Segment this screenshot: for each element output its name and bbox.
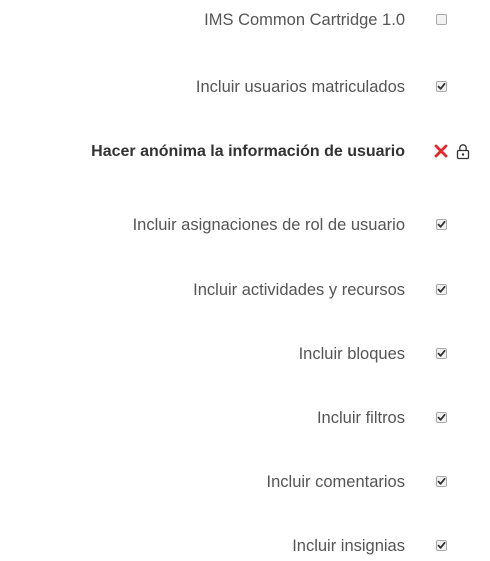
setting-row-include-activities: Incluir actividades y recursos bbox=[0, 275, 490, 305]
checkbox-include-blocks[interactable] bbox=[436, 348, 447, 359]
setting-label-anonymize-user-info: Hacer anónima la información de usuario bbox=[91, 143, 405, 160]
setting-row-include-filters: Incluir filtros bbox=[0, 403, 490, 433]
setting-row-include-comments: Incluir comentarios bbox=[0, 467, 490, 497]
setting-label-include-filters: Incluir filtros bbox=[316, 409, 405, 427]
setting-row-ims-common-cartridge: IMS Common Cartridge 1.0 bbox=[0, 5, 490, 35]
setting-row-include-blocks: Incluir bloques bbox=[0, 339, 490, 369]
setting-label-ims-common-cartridge: IMS Common Cartridge 1.0 bbox=[204, 11, 405, 29]
checkbox-include-comments[interactable] bbox=[436, 476, 447, 487]
cross-icon bbox=[433, 143, 449, 159]
lock-icon[interactable] bbox=[456, 143, 470, 160]
setting-label-include-comments: Incluir comentarios bbox=[266, 473, 405, 491]
checkbox-include-filters[interactable] bbox=[436, 412, 447, 423]
checkbox-include-role-assignments[interactable] bbox=[436, 219, 447, 230]
setting-label-include-blocks: Incluir bloques bbox=[298, 345, 405, 363]
setting-row-anonymize-user-info: Hacer anónima la información de usuario bbox=[0, 137, 490, 167]
checkbox-include-activities[interactable] bbox=[436, 284, 447, 295]
setting-label-include-enrolled-users: Incluir usuarios matriculados bbox=[195, 78, 405, 96]
setting-label-include-role-assignments: Incluir asignaciones de rol de usuario bbox=[132, 216, 405, 234]
setting-label-include-badges: Incluir insignias bbox=[292, 537, 405, 555]
checkbox-ims-common-cartridge[interactable] bbox=[436, 14, 447, 25]
setting-row-include-role-assignments: Incluir asignaciones de rol de usuario bbox=[0, 210, 490, 240]
checkbox-include-enrolled-users[interactable] bbox=[436, 81, 447, 92]
setting-label-include-activities: Incluir actividades y recursos bbox=[193, 281, 405, 299]
setting-row-include-badges: Incluir insignias bbox=[0, 531, 490, 561]
setting-row-include-enrolled-users: Incluir usuarios matriculados bbox=[0, 72, 490, 102]
checkbox-include-badges[interactable] bbox=[436, 540, 447, 551]
